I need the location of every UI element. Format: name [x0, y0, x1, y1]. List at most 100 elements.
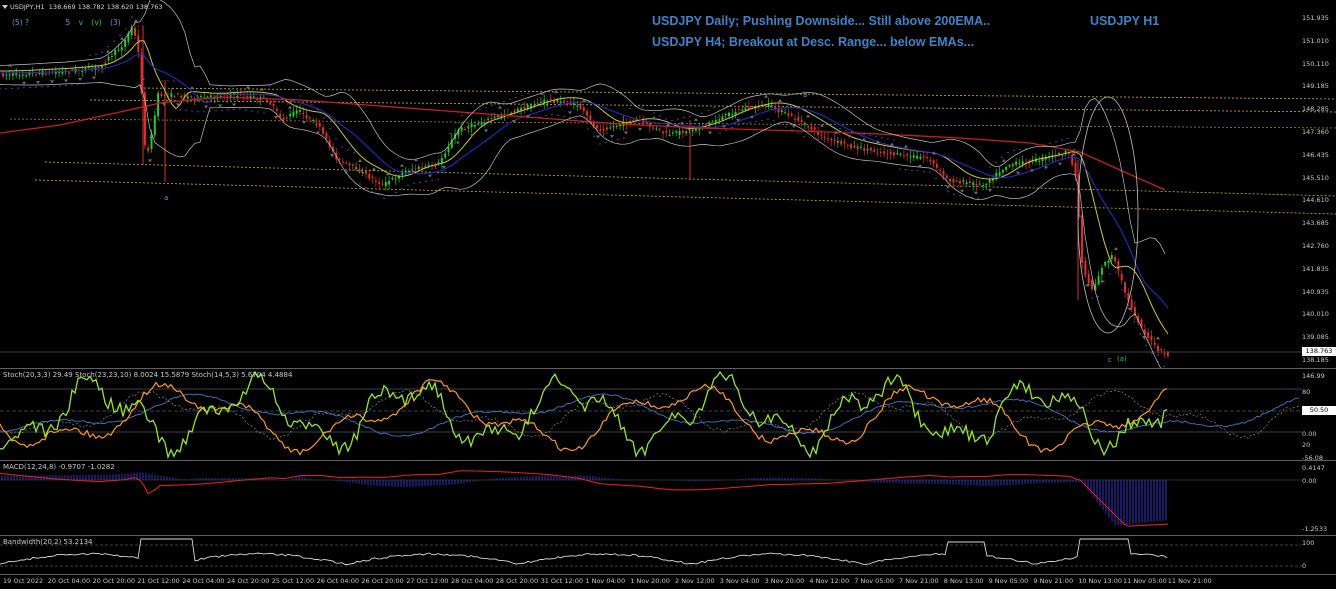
candle-body	[549, 98, 552, 100]
psar-dot	[1121, 289, 1123, 291]
candle-body	[1166, 352, 1169, 357]
psar-dot	[401, 188, 403, 190]
bandwidth-pane[interactable]	[0, 536, 1336, 574]
psar-dot	[989, 166, 991, 168]
annotation-h1-tag[interactable]: USDJPY H1	[1090, 14, 1159, 28]
time-tick: 10 Nov 13:00	[1078, 577, 1123, 585]
psar-dot	[383, 197, 385, 199]
wave-label-paren-a[interactable]: (a)	[1117, 355, 1127, 363]
annotation-h4[interactable]: USDJPY H4; Breakout at Desc. Range... be…	[652, 35, 974, 49]
candle-body	[262, 96, 265, 98]
psar-dot	[647, 109, 649, 111]
candle-body	[384, 181, 387, 187]
fractal-arrow-icon	[400, 163, 404, 167]
psar-dot	[167, 80, 169, 82]
price-axis[interactable]: 151.935 151.010 150.110 149.185 148.285 147.3…	[1302, 0, 1336, 368]
bandwidth-canvas[interactable]	[0, 536, 1336, 574]
candle-body	[860, 146, 862, 148]
psar-dot	[1019, 148, 1021, 150]
candle-body	[295, 110, 298, 114]
candle-body	[229, 95, 232, 97]
psar-dot	[179, 109, 181, 111]
psar-dot	[617, 138, 619, 141]
psar-dot	[395, 191, 397, 193]
time-tick: 26 Oct 20:00	[361, 577, 404, 585]
candle-body	[959, 181, 961, 184]
psar-dot	[353, 152, 355, 154]
time-tick: 20 Oct 04:00	[47, 577, 91, 585]
candle-body	[563, 100, 565, 103]
fractal-arrow-icon	[78, 78, 82, 81]
candle-body	[810, 126, 813, 131]
psar-dot	[0, 88, 1, 90]
candle-body	[873, 149, 876, 152]
psar-dot	[785, 126, 787, 128]
candle-body	[312, 119, 315, 121]
stoch-tick: 20	[1302, 441, 1311, 449]
wave-label-a[interactable]: a	[164, 194, 168, 202]
wave-label-2[interactable]: v	[79, 18, 83, 27]
wave-label-0[interactable]: (5) ?	[12, 18, 29, 27]
bw-tick: 0	[1302, 562, 1307, 570]
candle-body	[685, 131, 688, 134]
macd-canvas[interactable]	[0, 461, 1336, 535]
price-chart-canvas[interactable]	[0, 0, 1336, 368]
psar-dot	[1067, 137, 1069, 140]
price-tick: 150.110	[1302, 59, 1329, 68]
candle-body	[975, 184, 978, 186]
candle-body	[480, 122, 483, 125]
candle-body	[18, 75, 21, 77]
annotation-daily[interactable]: USDJPY Daily; Pushing Downside... Still …	[652, 14, 990, 28]
psar-dot	[701, 112, 703, 114]
stochastic-canvas[interactable]	[0, 369, 1336, 460]
psar-dot	[653, 112, 655, 114]
fractal-arrow-icon	[22, 81, 26, 85]
dropdown-triangle-icon[interactable]	[2, 5, 8, 9]
psar-dot	[1061, 139, 1063, 141]
candle-body	[1160, 349, 1163, 351]
macd-pane[interactable]	[0, 461, 1336, 535]
psar-dot	[203, 111, 205, 113]
candle-body	[741, 109, 744, 111]
candle-body	[1084, 260, 1087, 276]
candle-body	[668, 134, 671, 136]
candle-body	[1107, 260, 1110, 264]
wave-label-b[interactable]: b	[803, 91, 807, 99]
wave-label-3[interactable]: (v)	[91, 18, 101, 27]
fractal-arrow-icon	[1100, 280, 1104, 284]
candle-body	[744, 108, 747, 111]
candle-body	[209, 95, 212, 97]
psar-dot	[875, 136, 877, 138]
stoch-mid-line	[0, 379, 1168, 456]
wave-label-c[interactable]: c	[1108, 356, 1112, 364]
psar-dot	[1043, 144, 1045, 146]
psar-dot	[365, 187, 367, 189]
psar-dot	[929, 171, 931, 173]
candle-body	[556, 100, 559, 102]
candle-body	[879, 151, 882, 153]
bw-tick: 100	[1302, 539, 1315, 547]
candle-body	[899, 153, 902, 155]
psar-dot	[1079, 215, 1081, 217]
time-tick: 3 Nov 04:00	[719, 577, 760, 585]
candle-body	[1015, 161, 1018, 165]
stochastic-pane[interactable]	[0, 369, 1336, 460]
candle-body	[800, 120, 803, 123]
candle-body	[38, 72, 41, 74]
psar-dot	[431, 179, 433, 181]
candle-body	[341, 161, 344, 163]
wave-label-4[interactable]: (3)	[110, 18, 121, 27]
candle-body	[695, 128, 697, 131]
candle-body	[417, 166, 420, 169]
candle-body	[912, 155, 915, 158]
psar-dot	[245, 109, 247, 111]
psar-dot	[11, 87, 13, 89]
price-chart-pane[interactable]	[0, 0, 1336, 368]
fractal-arrow-icon	[36, 81, 40, 85]
price-tick: 145.510	[1302, 173, 1329, 182]
wave-label-1[interactable]: 5	[65, 18, 70, 27]
psar-dot	[23, 87, 25, 89]
time-tick: 24 Oct 04:00	[182, 577, 225, 585]
candle-body	[586, 111, 589, 116]
psar-dot	[605, 141, 607, 144]
